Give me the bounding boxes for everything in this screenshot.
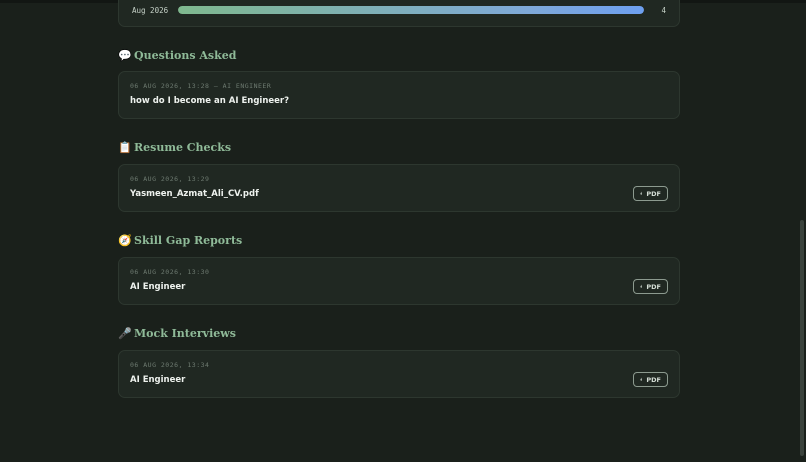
- skillgap-entry-card: 06 AUG 2026, 13:30 AI Engineer PDF: [118, 257, 680, 305]
- section-title-questions: Questions Asked: [134, 49, 237, 62]
- resume-entry-card: 06 AUG 2026, 13:29 Yasmeen_Azmat_Ali_CV.…: [118, 164, 680, 212]
- resume-pdf-label: PDF: [646, 189, 661, 198]
- section-heading-questions: 💬 Questions Asked: [118, 49, 236, 62]
- interview-pdf-download-button[interactable]: PDF: [633, 372, 668, 387]
- activity-bar-fill: [178, 6, 644, 14]
- activity-card: Aug 2026 4: [118, 0, 680, 27]
- resume-pdf-download-button[interactable]: PDF: [633, 186, 668, 201]
- skillgap-entry-meta: 06 AUG 2026, 13:30: [130, 268, 210, 276]
- question-entry-title: how do I become an AI Engineer?: [130, 96, 290, 106]
- skillgap-pdf-download-button[interactable]: PDF: [633, 279, 668, 294]
- interview-pdf-label: PDF: [646, 375, 661, 384]
- section-title-interviews: Mock Interviews: [134, 327, 236, 340]
- microphone-icon: 🎤: [118, 327, 132, 340]
- activity-count: 4: [661, 5, 666, 15]
- skillgap-pdf-label: PDF: [646, 282, 661, 291]
- resume-entry-meta: 06 AUG 2026, 13:29: [130, 175, 210, 183]
- resume-entry-title: Yasmeen_Azmat_Ali_CV.pdf: [130, 189, 259, 199]
- page-scrollbar-thumb[interactable]: [800, 220, 804, 456]
- compass-icon: 🧭: [118, 234, 132, 247]
- section-title-skillgap: Skill Gap Reports: [134, 234, 243, 247]
- speech-bubble-icon: 💬: [118, 49, 132, 62]
- activity-month-label: Aug 2026: [132, 5, 169, 15]
- section-heading-interviews: 🎤 Mock Interviews: [118, 327, 236, 340]
- section-heading-skillgap: 🧭 Skill Gap Reports: [118, 234, 242, 247]
- download-arrow-icon: [640, 191, 643, 195]
- question-entry-card[interactable]: 06 AUG 2026, 13:28 — AI ENGINEER how do …: [118, 71, 680, 119]
- activity-bar-track: [178, 6, 644, 14]
- section-heading-resume: 📋 Resume Checks: [118, 141, 231, 154]
- download-arrow-icon: [640, 284, 643, 288]
- download-arrow-icon: [640, 377, 643, 381]
- interview-entry-meta: 06 AUG 2026, 13:34: [130, 361, 210, 369]
- interview-entry-title: AI Engineer: [130, 375, 186, 385]
- question-entry-meta: 06 AUG 2026, 13:28 — AI ENGINEER: [130, 82, 272, 90]
- clipboard-icon: 📋: [118, 141, 132, 154]
- interview-entry-card: 06 AUG 2026, 13:34 AI Engineer PDF: [118, 350, 680, 398]
- skillgap-entry-title: AI Engineer: [130, 282, 186, 292]
- section-title-resume: Resume Checks: [134, 141, 232, 154]
- activity-row: Aug 2026 4: [132, 3, 666, 17]
